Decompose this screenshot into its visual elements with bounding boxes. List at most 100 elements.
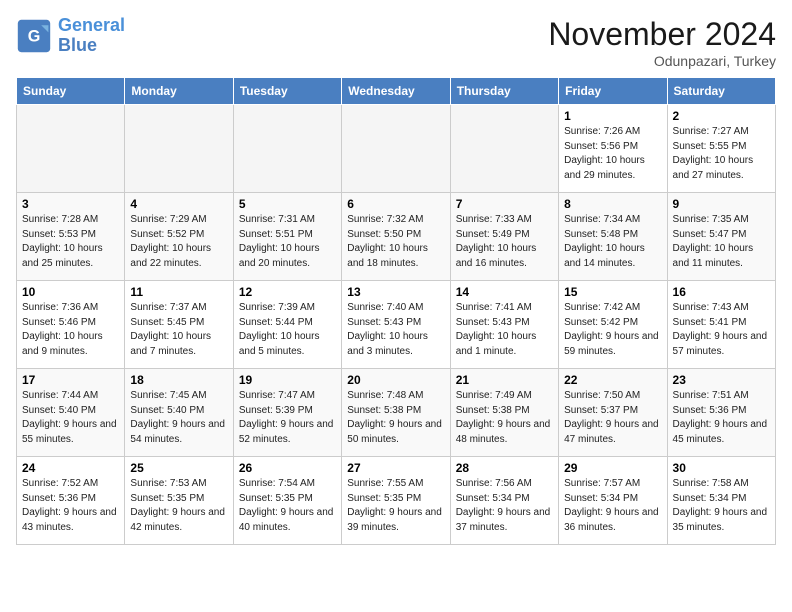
calendar-cell: 8 Sunrise: 7:34 AM Sunset: 5:48 PM Daylig…	[559, 193, 667, 281]
calendar-cell: 26 Sunrise: 7:54 AM Sunset: 5:35 PM Dayli…	[233, 457, 341, 545]
day-number: 11	[130, 285, 227, 299]
day-info: Sunrise: 7:26 AM Sunset: 5:56 PM Dayligh…	[564, 125, 661, 183]
day-info: Sunrise: 7:52 AM Sunset: 5:36 PM Dayligh…	[22, 477, 119, 535]
logo-line2: Blue	[58, 35, 97, 55]
day-number: 10	[22, 285, 119, 299]
day-number: 29	[564, 461, 661, 475]
day-info: Sunrise: 7:54 AM Sunset: 5:35 PM Dayligh…	[239, 477, 336, 535]
calendar-cell: 21 Sunrise: 7:49 AM Sunset: 5:38 PM Dayli…	[450, 369, 558, 457]
day-number: 25	[130, 461, 227, 475]
day-info: Sunrise: 7:41 AM Sunset: 5:43 PM Dayligh…	[456, 301, 553, 359]
day-number: 7	[456, 197, 553, 211]
day-info: Sunrise: 7:28 AM Sunset: 5:53 PM Dayligh…	[22, 213, 119, 271]
day-info: Sunrise: 7:49 AM Sunset: 5:38 PM Dayligh…	[456, 389, 553, 447]
day-number: 17	[22, 373, 119, 387]
week-row-4: 17 Sunrise: 7:44 AM Sunset: 5:40 PM Dayli…	[17, 369, 776, 457]
day-info: Sunrise: 7:39 AM Sunset: 5:44 PM Dayligh…	[239, 301, 336, 359]
calendar-cell: 11 Sunrise: 7:37 AM Sunset: 5:45 PM Dayli…	[125, 281, 233, 369]
calendar-cell: 4Sunrise: 7:29 AM Sunset: 5:52 PM Daylig…	[125, 193, 233, 281]
calendar-cell: 3 Sunrise: 7:28 AM Sunset: 5:53 PM Daylig…	[17, 193, 125, 281]
day-number: 22	[564, 373, 661, 387]
weekday-saturday: Saturday	[667, 78, 775, 105]
day-info: Sunrise: 7:51 AM Sunset: 5:36 PM Dayligh…	[673, 389, 770, 447]
calendar-cell: 12 Sunrise: 7:39 AM Sunset: 5:44 PM Dayli…	[233, 281, 341, 369]
calendar-cell: 22 Sunrise: 7:50 AM Sunset: 5:37 PM Dayli…	[559, 369, 667, 457]
day-info: Sunrise: 7:37 AM Sunset: 5:45 PM Dayligh…	[130, 301, 227, 359]
day-number: 27	[347, 461, 444, 475]
day-info: Sunrise: 7:44 AM Sunset: 5:40 PM Dayligh…	[22, 389, 119, 447]
day-number: 9	[673, 197, 770, 211]
day-info: Sunrise: 7:33 AM Sunset: 5:49 PM Dayligh…	[456, 213, 553, 271]
day-number: 30	[673, 461, 770, 475]
weekday-monday: Monday	[125, 78, 233, 105]
location: Odunpazari, Turkey	[548, 53, 776, 69]
calendar-cell	[125, 105, 233, 193]
calendar-cell: 27 Sunrise: 7:55 AM Sunset: 5:35 PM Dayli…	[342, 457, 450, 545]
day-info: Sunrise: 7:27 AM Sunset: 5:55 PM Dayligh…	[673, 125, 770, 183]
calendar-cell: 19 Sunrise: 7:47 AM Sunset: 5:39 PM Dayli…	[233, 369, 341, 457]
day-info: Sunrise: 7:36 AM Sunset: 5:46 PM Dayligh…	[22, 301, 119, 359]
day-number: 6	[347, 197, 444, 211]
calendar: SundayMondayTuesdayWednesdayThursdayFrid…	[16, 77, 776, 545]
title-block: November 2024 Odunpazari, Turkey	[548, 16, 776, 69]
day-number: 14	[456, 285, 553, 299]
day-info: Sunrise: 7:55 AM Sunset: 5:35 PM Dayligh…	[347, 477, 444, 535]
week-row-5: 24 Sunrise: 7:52 AM Sunset: 5:36 PM Dayli…	[17, 457, 776, 545]
day-info: Sunrise: 7:57 AM Sunset: 5:34 PM Dayligh…	[564, 477, 661, 535]
calendar-cell: 16Sunrise: 7:43 AM Sunset: 5:41 PM Dayli…	[667, 281, 775, 369]
day-number: 13	[347, 285, 444, 299]
day-info: Sunrise: 7:47 AM Sunset: 5:39 PM Dayligh…	[239, 389, 336, 447]
calendar-cell: 9Sunrise: 7:35 AM Sunset: 5:47 PM Daylig…	[667, 193, 775, 281]
day-number: 12	[239, 285, 336, 299]
week-row-2: 3 Sunrise: 7:28 AM Sunset: 5:53 PM Daylig…	[17, 193, 776, 281]
calendar-cell: 29 Sunrise: 7:57 AM Sunset: 5:34 PM Dayli…	[559, 457, 667, 545]
day-number: 3	[22, 197, 119, 211]
day-number: 8	[564, 197, 661, 211]
day-number: 26	[239, 461, 336, 475]
weekday-sunday: Sunday	[17, 78, 125, 105]
day-info: Sunrise: 7:50 AM Sunset: 5:37 PM Dayligh…	[564, 389, 661, 447]
day-info: Sunrise: 7:34 AM Sunset: 5:48 PM Dayligh…	[564, 213, 661, 271]
day-number: 1	[564, 109, 661, 123]
calendar-cell	[17, 105, 125, 193]
weekday-friday: Friday	[559, 78, 667, 105]
day-info: Sunrise: 7:56 AM Sunset: 5:34 PM Dayligh…	[456, 477, 553, 535]
day-info: Sunrise: 7:48 AM Sunset: 5:38 PM Dayligh…	[347, 389, 444, 447]
calendar-cell: 18 Sunrise: 7:45 AM Sunset: 5:40 PM Dayli…	[125, 369, 233, 457]
calendar-cell: 1 Sunrise: 7:26 AM Sunset: 5:56 PM Daylig…	[559, 105, 667, 193]
day-info: Sunrise: 7:58 AM Sunset: 5:34 PM Dayligh…	[673, 477, 770, 535]
day-number: 18	[130, 373, 227, 387]
calendar-cell: 13 Sunrise: 7:40 AM Sunset: 5:43 PM Dayli…	[342, 281, 450, 369]
day-info: Sunrise: 7:32 AM Sunset: 5:50 PM Dayligh…	[347, 213, 444, 271]
weekday-thursday: Thursday	[450, 78, 558, 105]
day-info: Sunrise: 7:43 AM Sunset: 5:41 PM Dayligh…	[673, 301, 770, 359]
day-number: 2	[673, 109, 770, 123]
day-info: Sunrise: 7:31 AM Sunset: 5:51 PM Dayligh…	[239, 213, 336, 271]
day-number: 4	[130, 197, 227, 211]
logo-text: General Blue	[58, 16, 125, 56]
day-info: Sunrise: 7:42 AM Sunset: 5:42 PM Dayligh…	[564, 301, 661, 359]
calendar-cell: 5Sunrise: 7:31 AM Sunset: 5:51 PM Daylig…	[233, 193, 341, 281]
week-row-1: 1 Sunrise: 7:26 AM Sunset: 5:56 PM Daylig…	[17, 105, 776, 193]
day-number: 19	[239, 373, 336, 387]
day-info: Sunrise: 7:45 AM Sunset: 5:40 PM Dayligh…	[130, 389, 227, 447]
weekday-wednesday: Wednesday	[342, 78, 450, 105]
page-header: G General Blue November 2024 Odunpazari,…	[16, 16, 776, 69]
calendar-cell: 30 Sunrise: 7:58 AM Sunset: 5:34 PM Dayli…	[667, 457, 775, 545]
calendar-header: SundayMondayTuesdayWednesdayThursdayFrid…	[17, 78, 776, 105]
logo: G General Blue	[16, 16, 125, 56]
calendar-cell: 20Sunrise: 7:48 AM Sunset: 5:38 PM Dayli…	[342, 369, 450, 457]
day-number: 24	[22, 461, 119, 475]
calendar-cell: 6 Sunrise: 7:32 AM Sunset: 5:50 PM Daylig…	[342, 193, 450, 281]
day-number: 21	[456, 373, 553, 387]
weekday-header-row: SundayMondayTuesdayWednesdayThursdayFrid…	[17, 78, 776, 105]
calendar-cell: 7 Sunrise: 7:33 AM Sunset: 5:49 PM Daylig…	[450, 193, 558, 281]
calendar-cell: 24 Sunrise: 7:52 AM Sunset: 5:36 PM Dayli…	[17, 457, 125, 545]
calendar-cell: 17 Sunrise: 7:44 AM Sunset: 5:40 PM Dayli…	[17, 369, 125, 457]
calendar-body: 1 Sunrise: 7:26 AM Sunset: 5:56 PM Daylig…	[17, 105, 776, 545]
day-info: Sunrise: 7:40 AM Sunset: 5:43 PM Dayligh…	[347, 301, 444, 359]
calendar-cell: 15 Sunrise: 7:42 AM Sunset: 5:42 PM Dayli…	[559, 281, 667, 369]
logo-icon: G	[16, 18, 52, 54]
day-number: 28	[456, 461, 553, 475]
day-number: 15	[564, 285, 661, 299]
